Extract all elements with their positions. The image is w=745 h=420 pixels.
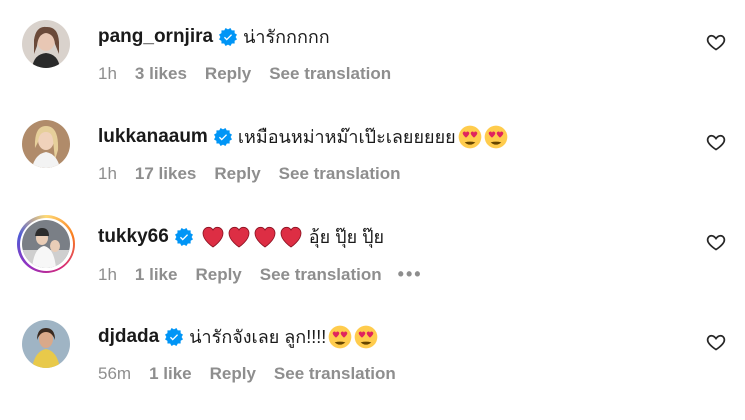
like-heart-icon[interactable] bbox=[706, 32, 726, 52]
like-heart-icon[interactable] bbox=[706, 332, 726, 352]
likes-count[interactable]: 17 likes bbox=[135, 164, 196, 184]
avatar[interactable] bbox=[22, 20, 70, 68]
see-translation-button[interactable]: See translation bbox=[260, 265, 382, 285]
avatar-story-ring[interactable] bbox=[17, 215, 75, 273]
red-heart-emoji bbox=[280, 226, 302, 248]
verified-badge-icon bbox=[219, 28, 238, 46]
comment-item: lukkanaaum เหมือนหม่าหม๊าเป๊ะเลยยยยย 1h … bbox=[0, 120, 745, 220]
heart-eyes-emoji bbox=[484, 125, 508, 149]
comment-item: djdada น่ารักจังเลย ลูก!!!! 56m 1 like R… bbox=[0, 320, 745, 420]
verified-badge-icon bbox=[165, 328, 184, 346]
comment-text: น่ารักกกกก bbox=[243, 27, 330, 47]
see-translation-button[interactable]: See translation bbox=[274, 364, 396, 384]
comment-item: pang_ornjira น่ารักกกกก 1h 3 likes Reply… bbox=[0, 20, 745, 120]
avatar[interactable] bbox=[22, 120, 70, 168]
comment-text: อุ้ย ปุ๊ย ปุ๊ย bbox=[308, 227, 385, 247]
like-heart-icon[interactable] bbox=[706, 132, 726, 152]
verified-badge-icon bbox=[213, 128, 232, 146]
like-heart-icon[interactable] bbox=[706, 232, 726, 252]
red-heart-emoji bbox=[202, 226, 224, 248]
avatar bbox=[22, 220, 70, 268]
likes-count[interactable]: 1 like bbox=[149, 364, 192, 384]
comment-timestamp[interactable]: 1h bbox=[98, 265, 117, 285]
comment-text: น่ารักจังเลย ลูก!!!! bbox=[189, 327, 327, 347]
comment-timestamp[interactable]: 56m bbox=[98, 364, 131, 384]
verified-badge-icon bbox=[174, 228, 193, 246]
reply-button[interactable]: Reply bbox=[214, 164, 260, 184]
username[interactable]: pang_ornjira bbox=[98, 25, 213, 49]
username[interactable]: lukkanaaum bbox=[98, 125, 208, 149]
reply-button[interactable]: Reply bbox=[210, 364, 256, 384]
red-heart-emoji bbox=[254, 226, 276, 248]
see-translation-button[interactable]: See translation bbox=[269, 64, 391, 84]
avatar[interactable] bbox=[22, 320, 70, 368]
more-options-icon[interactable]: ••• bbox=[398, 264, 423, 285]
reply-button[interactable]: Reply bbox=[205, 64, 251, 84]
comment-item: tukky66 อุ้ย ปุ๊ย ปุ๊ย 1h 1 like Reply S… bbox=[0, 215, 745, 320]
comment-text: เหมือนหม่าหม๊าเป๊ะเลยยยยย bbox=[237, 127, 456, 147]
reply-button[interactable]: Reply bbox=[195, 265, 241, 285]
likes-count[interactable]: 1 like bbox=[135, 265, 178, 285]
username[interactable]: tukky66 bbox=[98, 225, 169, 249]
username[interactable]: djdada bbox=[98, 325, 159, 349]
red-heart-emoji bbox=[228, 226, 250, 248]
heart-eyes-emoji bbox=[328, 325, 352, 349]
comment-timestamp[interactable]: 1h bbox=[98, 164, 117, 184]
heart-eyes-emoji bbox=[458, 125, 482, 149]
likes-count[interactable]: 3 likes bbox=[135, 64, 187, 84]
comment-timestamp[interactable]: 1h bbox=[98, 64, 117, 84]
heart-eyes-emoji bbox=[354, 325, 378, 349]
see-translation-button[interactable]: See translation bbox=[279, 164, 401, 184]
